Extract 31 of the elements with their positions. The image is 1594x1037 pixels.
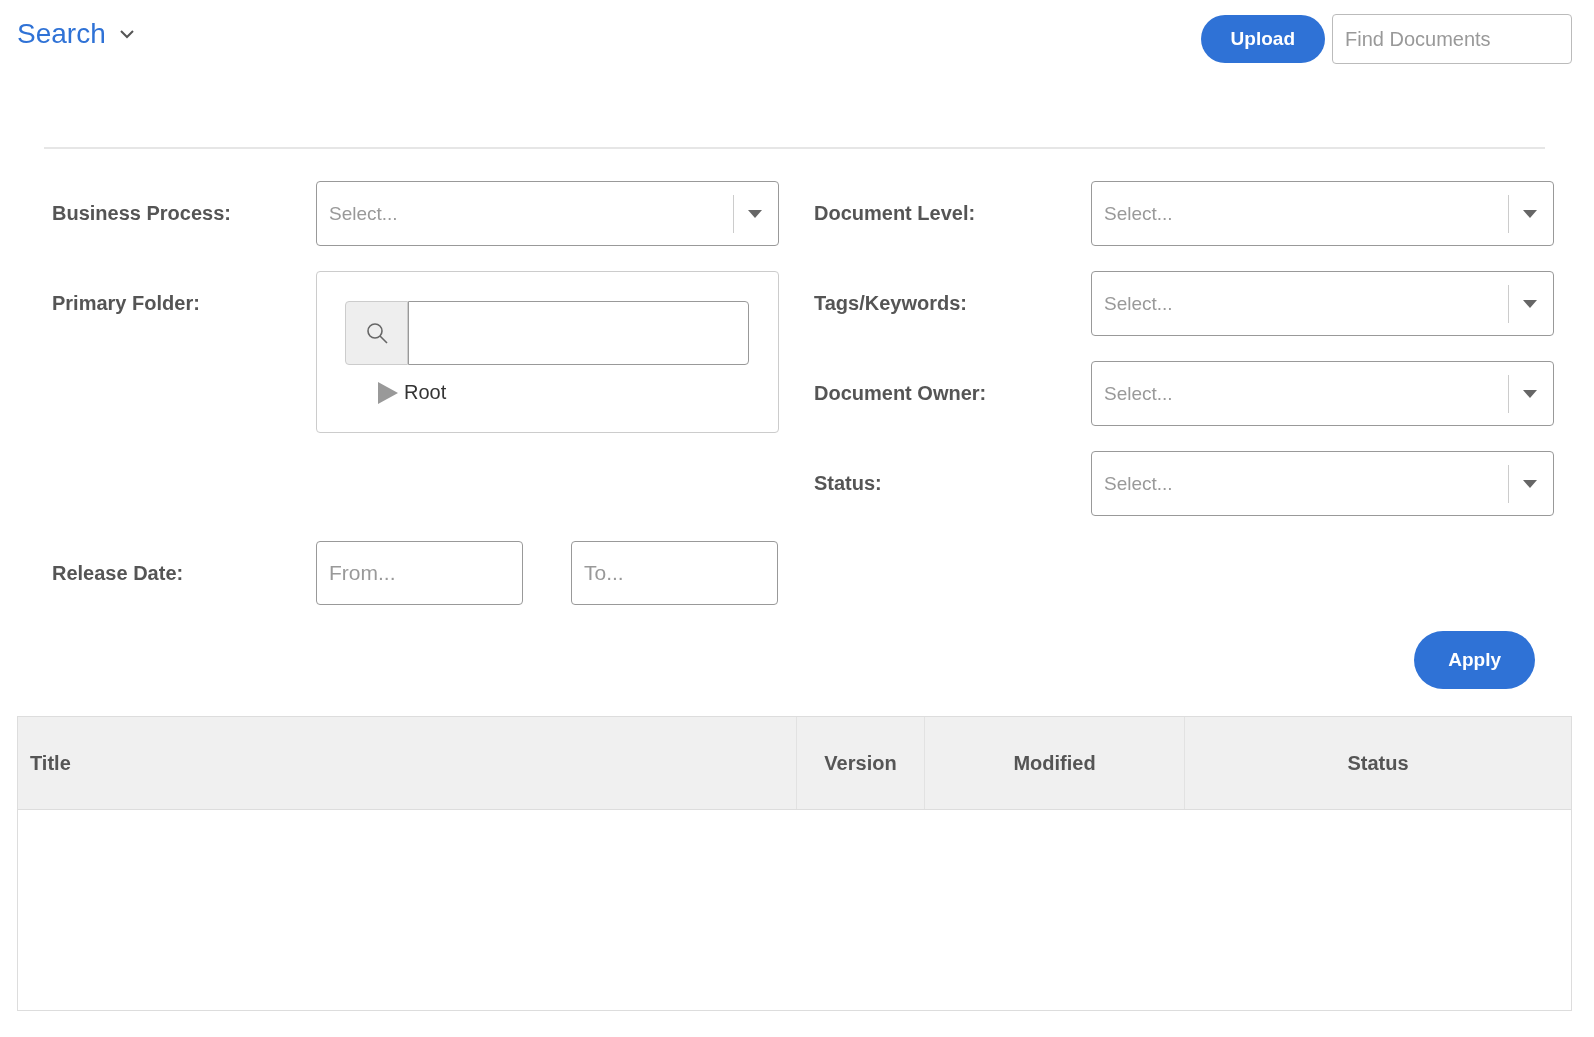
apply-button[interactable]: Apply [1414, 631, 1535, 689]
caret-icon [1523, 479, 1537, 488]
select-field[interactable]: Select... [1091, 181, 1554, 246]
chevron-icon [119, 29, 134, 39]
find-documents-field[interactable]: Find Documents [1332, 14, 1572, 64]
column-header[interactable]: Modified [924, 717, 1184, 809]
select-field[interactable]: Select... [1091, 361, 1554, 426]
field-label: Document Level: [814, 201, 977, 226]
select-field[interactable]: Select... [316, 181, 779, 246]
date-from-field[interactable]: From... [316, 541, 523, 605]
column-header[interactable]: Status [1184, 717, 1571, 809]
select-field[interactable]: Select... [1091, 451, 1554, 516]
tree-item[interactable]: Root [404, 381, 447, 404]
search-icon[interactable] [345, 301, 408, 365]
field-label: Business Process: [52, 201, 232, 226]
field-label: Primary Folder: [52, 291, 201, 316]
field-label: Release Date: [52, 561, 185, 586]
caret-icon [748, 209, 762, 218]
select-field[interactable]: Select... [1091, 271, 1554, 336]
field-label: Status: [814, 471, 883, 496]
caret-icon [1523, 299, 1537, 308]
folder-search-field[interactable] [408, 301, 749, 365]
caret-icon [1523, 389, 1537, 398]
search-menu-button[interactable]: Search [17, 18, 134, 50]
column-header[interactable]: Title [18, 717, 796, 809]
upload-button[interactable]: Upload [1200, 15, 1325, 63]
field-label: Tags/Keywords: [814, 291, 968, 316]
field-label: Document Owner: [814, 381, 988, 406]
date-to-field[interactable]: To... [571, 541, 778, 605]
caret-icon [1523, 209, 1537, 218]
column-header[interactable]: Version [796, 717, 924, 809]
